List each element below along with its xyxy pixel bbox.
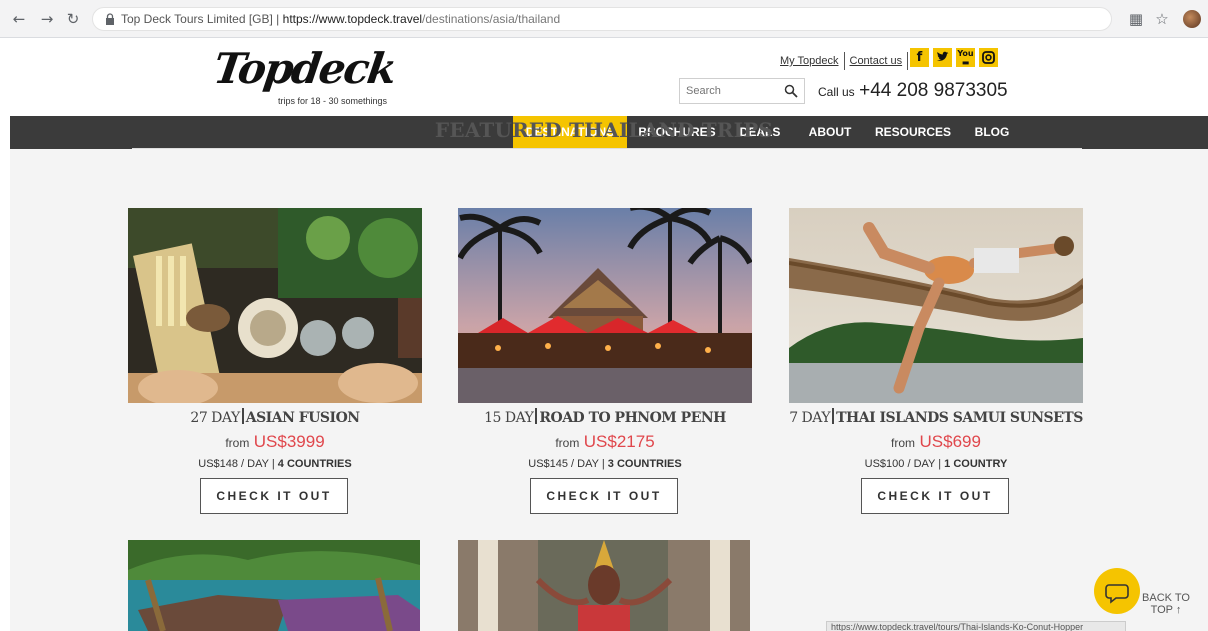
trip-card: 15 DAY ROAD TO PHNOM PENH from US$2175 US… [458, 208, 752, 518]
price-from-label: from [891, 436, 916, 450]
phone-number[interactable]: +44 208 9873305 [859, 80, 1007, 101]
status-bar-url: https://www.topdeck.travel/tours/Thai-Is… [826, 621, 1126, 631]
trip-price: from US$699 [789, 432, 1083, 452]
chat-button[interactable] [1094, 568, 1140, 614]
back-to-top-link[interactable]: BACK TO TOP ↑ [1140, 592, 1192, 616]
trip-image-temple[interactable] [458, 208, 752, 403]
trip-image-boats[interactable] [128, 540, 420, 631]
trip-meta: US$100 / DAY | 1 COUNTRY [864, 458, 1008, 470]
section-divider [132, 148, 1082, 149]
utility-links: My Topdeck Contact us [780, 52, 913, 70]
title-divider [832, 408, 835, 424]
address-bar[interactable]: Top Deck Tours Limited [GB] | https://ww… [92, 7, 1112, 31]
country-count: 4 COUNTRIES [277, 458, 352, 470]
price-amount: US$699 [919, 432, 981, 451]
link-divider [843, 52, 845, 70]
check-it-out-button[interactable]: CHECK IT OUT [861, 478, 1009, 514]
trip-title[interactable]: 27 DAY ASIAN FUSION [88, 408, 462, 426]
country-count: 3 COUNTRIES [607, 458, 682, 470]
trip-title[interactable]: 15 DAY ROAD TO PHNOM PENH [418, 408, 792, 426]
price-amount: US$3999 [253, 432, 325, 451]
logo-wordmark: Topdeck [210, 44, 399, 93]
site-identity: Top Deck Tours Limited [GB] [121, 12, 273, 26]
url-path: /destinations/asia/thailand [422, 12, 561, 26]
trip-price: from US$2175 [458, 432, 752, 452]
logo-tagline: trips for 18 - 30 somethings [278, 96, 388, 106]
trip-name: ASIAN FUSION [245, 410, 360, 426]
check-it-out-button[interactable]: CHECK IT OUT [200, 478, 348, 514]
trip-card: 27 DAY ASIAN FUSION from US$3999 US$148 /… [128, 208, 422, 518]
bookmark-star-icon[interactable]: ☆ [1152, 9, 1172, 29]
address-text: Top Deck Tours Limited [GB] | https://ww… [121, 12, 561, 26]
trip-duration: 15 DAY [484, 410, 534, 426]
trip-duration: 7 DAY [789, 410, 831, 426]
my-topdeck-link[interactable]: My Topdeck [780, 55, 839, 67]
check-it-out-button[interactable]: CHECK IT OUT [530, 478, 678, 514]
lock-icon [106, 13, 114, 25]
back-arrow-icon[interactable]: ← [8, 8, 30, 30]
forward-arrow-icon[interactable]: → [36, 8, 58, 30]
price-per-day: US$148 / DAY [198, 458, 269, 470]
price-per-day: US$145 / DAY [528, 458, 599, 470]
price-from-label: from [225, 436, 250, 450]
call-us: Call us +44 208 9873305 [818, 80, 1008, 102]
instagram-icon[interactable] [979, 48, 998, 67]
site-header: Topdeck trips for 18 - 30 somethings My … [10, 38, 1208, 116]
price-from-label: from [555, 436, 580, 450]
trip-image-food[interactable] [128, 208, 422, 403]
trip-image-beach[interactable] [789, 208, 1083, 403]
twitter-icon[interactable] [933, 48, 952, 67]
title-divider [535, 408, 538, 424]
title-divider [241, 408, 244, 424]
reload-icon[interactable]: ↻ [62, 8, 84, 30]
social-links: f You ▬ [910, 48, 998, 67]
chat-bubble-icon [1105, 584, 1129, 604]
trip-duration: 27 DAY [190, 410, 240, 426]
search-box [679, 78, 805, 104]
trip-card: 7 DAY THAI ISLANDS SAMUI SUNSETS from US$… [789, 208, 1083, 518]
search-icon[interactable] [784, 84, 798, 98]
trip-meta: US$148 / DAY | 4 COUNTRIES [198, 458, 352, 470]
youtube-icon[interactable]: You ▬ [956, 48, 975, 67]
trip-name: ROAD TO PHNOM PENH [539, 410, 726, 426]
call-label: Call us [818, 85, 855, 99]
profile-avatar[interactable] [1183, 10, 1201, 28]
section-title: FEATURED THAILAND TRIPS [434, 118, 774, 142]
country-count: 1 COUNTRY [944, 458, 1008, 470]
price-amount: US$2175 [583, 432, 655, 451]
price-per-day: US$100 / DAY [864, 458, 936, 470]
search-input[interactable] [686, 83, 782, 99]
trip-title[interactable]: 7 DAY THAI ISLANDS SAMUI SUNSETS [749, 408, 1123, 426]
topdeck-logo[interactable]: Topdeck trips for 18 - 30 somethings [210, 44, 404, 110]
facebook-icon[interactable]: f [910, 48, 929, 67]
contact-us-link[interactable]: Contact us [850, 55, 903, 67]
trip-name: THAI ISLANDS SAMUI SUNSETS [836, 410, 1083, 426]
link-divider [907, 52, 909, 70]
browser-toolbar: ← → ↻ Top Deck Tours Limited [GB] | http… [0, 0, 1208, 38]
translate-icon[interactable]: ▦ [1126, 9, 1146, 29]
trip-meta: US$145 / DAY | 3 COUNTRIES [528, 458, 682, 470]
url-origin: https://www.topdeck.travel [282, 12, 423, 26]
trip-image-dancer[interactable] [458, 540, 750, 631]
trip-price: from US$3999 [128, 432, 422, 452]
